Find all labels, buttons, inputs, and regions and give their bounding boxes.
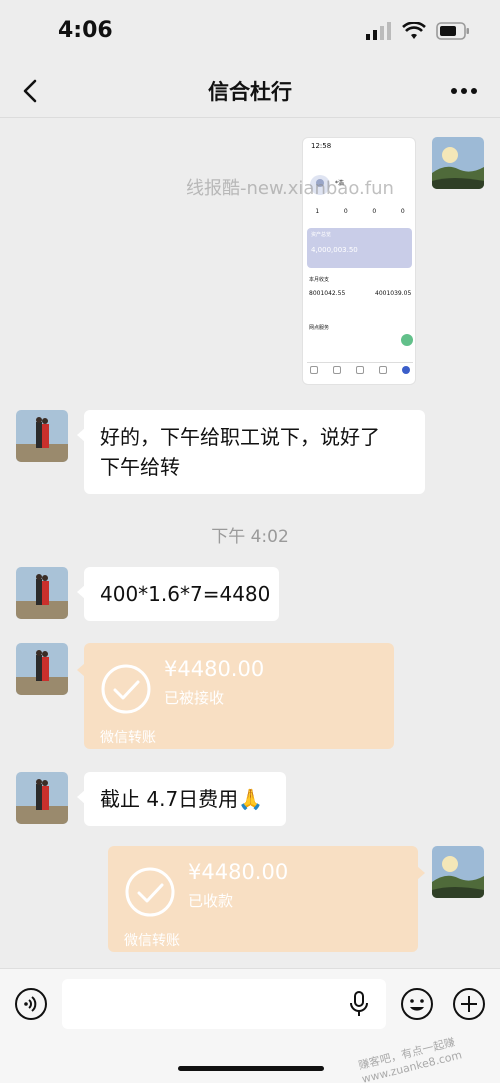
nav-bar: 信合杜行 (0, 66, 500, 118)
message-input[interactable] (62, 979, 386, 1029)
status-bar: 4:06 (0, 0, 500, 66)
shot-stats: 1 0 0 0 (315, 208, 405, 215)
transfer-label: 微信转账 (100, 730, 156, 746)
tab-icon-active (401, 366, 410, 374)
watermark: 线报酷-new.xianbao.fun (186, 178, 394, 199)
status-time: 4:06 (58, 18, 113, 43)
timestamp: 下午 4:02 (211, 527, 289, 547)
shot-time: 12:58 (311, 142, 332, 150)
mic-badge-icon (401, 334, 413, 346)
expense-value: 4001039.05 (375, 290, 412, 297)
microphone-icon[interactable] (348, 991, 370, 1017)
more-icon[interactable] (448, 76, 480, 106)
tab-icon (310, 366, 319, 374)
chat-title: 信合杜行 (208, 80, 292, 104)
plus-icon[interactable] (452, 987, 486, 1021)
avatar-contact[interactable] (16, 643, 68, 695)
status-icons (366, 22, 470, 40)
tab-icon (333, 366, 342, 374)
tab-icon (378, 366, 387, 374)
tab-bar (303, 366, 415, 374)
transfer-status: 已被接收 (164, 689, 225, 707)
transfer-status: 已收款 (188, 892, 234, 910)
check-circle-icon (125, 867, 175, 917)
avatar-contact[interactable] (16, 410, 68, 462)
income-value: 8001042.55 (309, 290, 346, 297)
tab-divider (307, 362, 413, 363)
transfer-card[interactable]: ¥4480.00 已收款 微信转账 (108, 846, 425, 952)
avatar-self[interactable] (432, 846, 484, 898)
emoji-icon[interactable] (400, 987, 434, 1021)
message-bubble[interactable]: 400*1.6*7=4480 (77, 567, 279, 621)
transfer-card[interactable]: ¥4480.00 已被接收 微信转账 (77, 643, 394, 749)
asset-card: 资产总览 4,000,003.50 (307, 228, 412, 268)
transfer-amount: ¥4480.00 (188, 860, 289, 884)
wifi-icon (402, 22, 426, 39)
avatar-contact[interactable] (16, 772, 68, 824)
check-circle-icon (101, 664, 151, 714)
message-bubble[interactable]: 截止 4.7日费用🙏 (77, 772, 286, 826)
transfer-label: 微信转账 (124, 933, 180, 949)
message-bubble[interactable]: 好的，下午给职工说下，说好了 下午给转 (77, 410, 425, 494)
battery-icon (436, 22, 469, 40)
transfer-amount: ¥4480.00 (164, 657, 265, 681)
avatar-contact[interactable] (16, 567, 68, 619)
voice-icon[interactable] (14, 987, 48, 1021)
home-indicator[interactable] (178, 1066, 324, 1071)
tab-icon (355, 366, 364, 374)
signal-icon (366, 22, 391, 40)
avatar-self[interactable] (432, 137, 484, 189)
